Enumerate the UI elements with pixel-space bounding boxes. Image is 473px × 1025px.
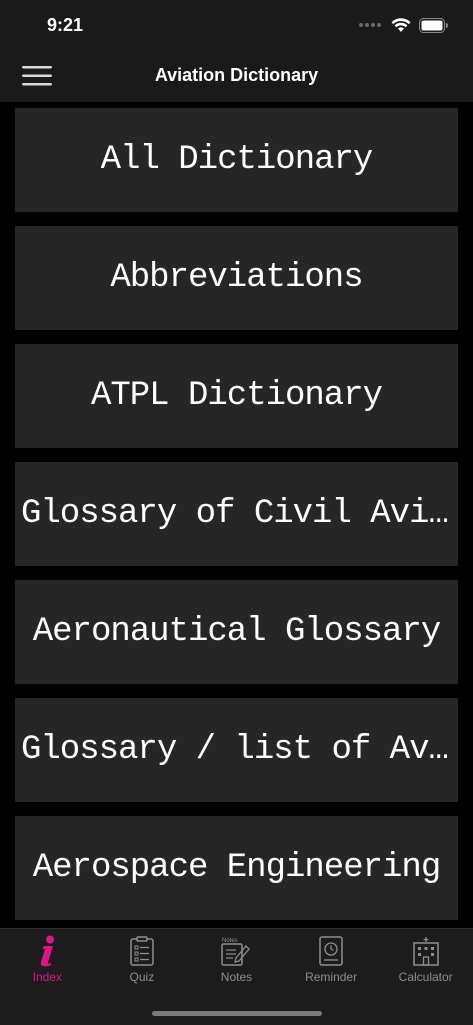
tab-label: Notes	[220, 970, 253, 984]
list-item-all-dictionary[interactable]: All Dictionary	[15, 108, 458, 212]
nav-header: Aviation Dictionary	[0, 50, 473, 102]
tab-bar: Index Quiz Notes Notes Reminder Calculat…	[0, 928, 473, 1025]
list-item-label: Aeronautical Glossary	[32, 613, 441, 651]
status-icons	[359, 16, 449, 34]
wifi-icon	[391, 17, 411, 32]
tab-index[interactable]: Index	[0, 929, 95, 991]
status-time: 9:21	[47, 15, 84, 35]
clock-icon	[316, 935, 346, 967]
cellular-signal-icon	[359, 23, 381, 27]
info-icon	[32, 935, 62, 967]
list-item-label: Glossary of Civil Aviati...	[21, 495, 452, 533]
list-item-glossary-civil-aviation[interactable]: Glossary of Civil Aviati...	[15, 462, 458, 566]
battery-icon	[419, 17, 448, 33]
dictionary-list: All Dictionary Abbreviations ATPL Dictio…	[15, 108, 458, 934]
list-item-aerospace-engineering[interactable]: Aerospace Engineering	[15, 816, 458, 920]
tab-notes[interactable]: Notes Notes	[189, 929, 284, 991]
list-item-label: Glossary / list of Aviati...	[21, 731, 452, 769]
status-bar: 9:21	[0, 0, 473, 50]
tab-reminder[interactable]: Reminder	[284, 929, 379, 991]
list-item-label: Aerospace Engineering	[32, 849, 441, 887]
clipboard-icon	[127, 935, 157, 967]
tab-calculator[interactable]: Calculator	[378, 929, 473, 991]
building-icon	[411, 935, 441, 967]
list-item-label: ATPL Dictionary	[90, 377, 383, 415]
notes-icon-caption: Notes	[222, 938, 238, 944]
tab-label: Reminder	[305, 970, 358, 984]
notes-icon: Notes	[221, 935, 251, 967]
tab-label: Index	[32, 970, 62, 984]
home-indicator[interactable]	[152, 1011, 322, 1016]
tab-quiz[interactable]: Quiz	[95, 929, 190, 991]
list-item-aeronautical-glossary[interactable]: Aeronautical Glossary	[15, 580, 458, 684]
page-title: Aviation Dictionary	[154, 65, 319, 85]
list-item-label: Abbreviations	[110, 259, 363, 297]
list-item-atpl-dictionary[interactable]: ATPL Dictionary	[15, 344, 458, 448]
list-item-abbreviations[interactable]: Abbreviations	[15, 226, 458, 330]
tab-label: Quiz	[129, 970, 155, 984]
list-item-glossary-list-aviation[interactable]: Glossary / list of Aviati...	[15, 698, 458, 802]
tab-label: Calculator	[398, 970, 453, 984]
list-item-label: All Dictionary	[100, 141, 373, 179]
